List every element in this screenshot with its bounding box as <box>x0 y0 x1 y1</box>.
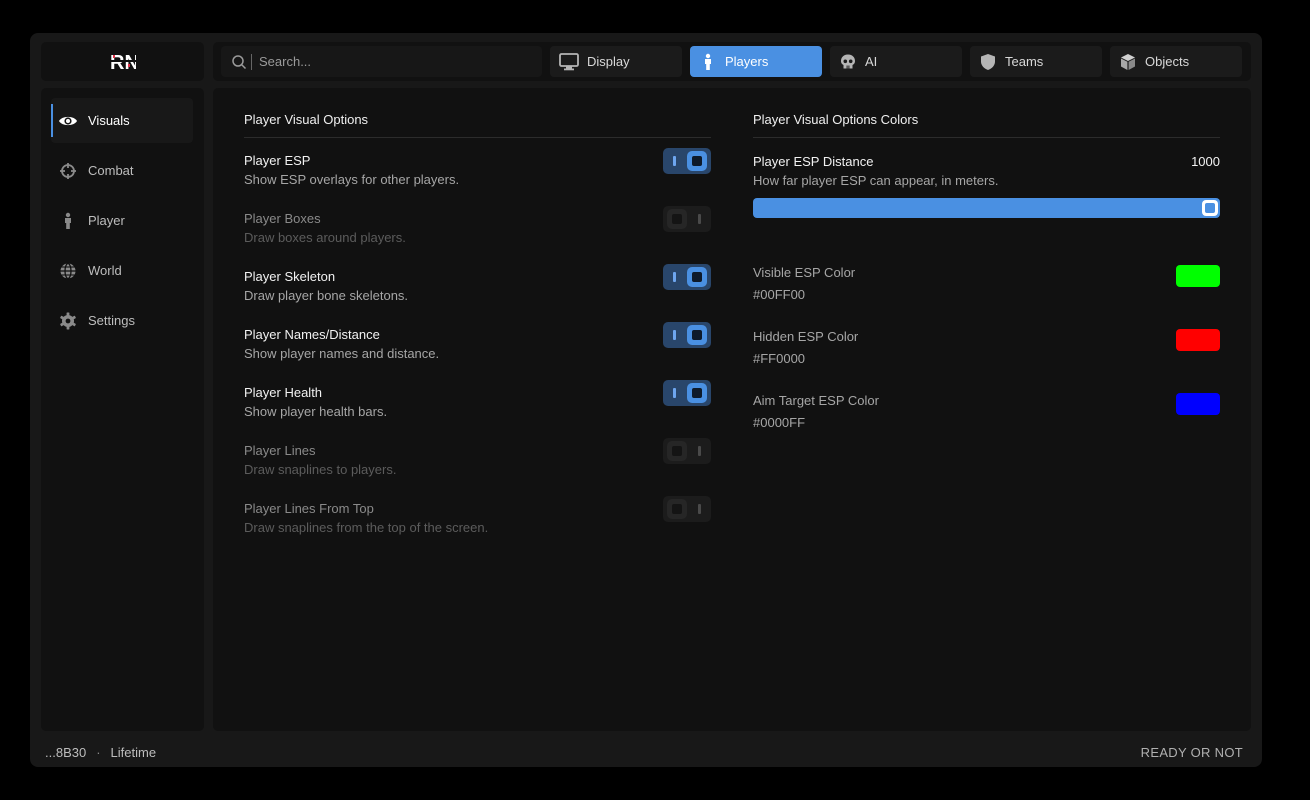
app-window: RN Display <box>30 33 1262 767</box>
status-bar: ...8B30 · Lifetime READY OR NOT <box>30 737 1262 767</box>
globe-icon <box>60 262 76 279</box>
tab-objects-label: Objects <box>1145 54 1190 69</box>
option-player-lines-from-top: Player Lines From Top Draw snaplines fro… <box>244 496 711 547</box>
search-icon <box>232 54 247 69</box>
player-esp-toggle[interactable] <box>663 148 711 174</box>
option-desc: Draw snaplines to players. <box>244 462 397 477</box>
content-panel: Player Visual Options Player ESP Show ES… <box>213 88 1251 731</box>
hidden-esp-color-setting: Hidden ESP Color #FF0000 <box>753 329 1220 375</box>
sidebar-item-label: Settings <box>88 313 135 328</box>
color-name: Visible ESP Color <box>753 265 856 280</box>
monitor-icon <box>559 52 579 70</box>
logo: RN <box>41 42 204 81</box>
skull-icon <box>841 54 855 68</box>
gear-icon <box>60 312 76 329</box>
visible-esp-color-swatch[interactable] <box>1176 265 1220 287</box>
tab-display[interactable]: Display <box>550 46 682 77</box>
eye-icon <box>59 116 77 125</box>
sidebar-item-label: Visuals <box>88 113 130 128</box>
option-name: Player Names/Distance <box>244 327 380 342</box>
sidebar-item-settings[interactable]: Settings <box>51 298 193 343</box>
option-player-esp: Player ESP Show ESP overlays for other p… <box>244 148 711 199</box>
game-status: READY OR NOT <box>1140 744 1243 760</box>
visible-esp-color-setting: Visible ESP Color #00FF00 <box>753 265 1220 311</box>
option-desc: Draw boxes around players. <box>244 230 406 245</box>
sidebar-item-world[interactable]: World <box>51 248 193 293</box>
player-skeleton-toggle[interactable] <box>663 264 711 290</box>
license-id: ...8B30 <box>45 744 87 760</box>
right-section-divider <box>753 137 1220 138</box>
color-hex: #FF0000 <box>753 351 806 366</box>
player-lines-from-top-toggle[interactable] <box>663 496 711 522</box>
option-name: Player Boxes <box>244 211 321 226</box>
option-desc: Show player health bars. <box>244 404 388 419</box>
status-separator: · <box>96 744 101 760</box>
sidebar: Visuals Combat Player World Settings <box>41 88 204 731</box>
aim-target-esp-color-setting: Aim Target ESP Color #0000FF <box>753 393 1220 439</box>
search-box[interactable] <box>221 46 542 77</box>
color-name: Hidden ESP Color <box>753 329 859 344</box>
tab-teams[interactable]: Teams <box>970 46 1102 77</box>
option-desc: Show ESP overlays for other players. <box>244 172 460 187</box>
slider-fill <box>753 198 1220 218</box>
option-name: Player Skeleton <box>244 269 336 284</box>
cube-icon <box>1121 53 1135 70</box>
color-name: Aim Target ESP Color <box>753 393 879 408</box>
tab-players-label: Players <box>725 54 769 69</box>
search-caret <box>251 53 252 70</box>
sidebar-item-label: Combat <box>88 163 134 178</box>
option-player-health: Player Health Show player health bars. <box>244 380 711 431</box>
person-icon <box>65 212 71 229</box>
option-desc: Draw player bone skeletons. <box>244 288 409 303</box>
logo-icon: RN <box>109 52 136 73</box>
tab-objects[interactable]: Objects <box>1110 46 1242 77</box>
option-name: Player Lines <box>244 443 316 458</box>
status-left: ...8B30 · Lifetime <box>45 745 156 760</box>
slider-desc: How far player ESP can appear, in meters… <box>753 173 999 188</box>
person-icon <box>705 53 711 70</box>
player-names-distance-toggle[interactable] <box>663 322 711 348</box>
color-hex: #00FF00 <box>753 287 806 302</box>
player-boxes-toggle[interactable] <box>663 206 711 232</box>
tab-display-label: Display <box>587 54 630 69</box>
license-type: Lifetime <box>110 744 157 760</box>
slider-thumb[interactable] <box>1202 200 1218 216</box>
option-name: Player ESP <box>244 153 311 168</box>
tab-teams-label: Teams <box>1005 54 1044 69</box>
crosshair-icon <box>60 162 76 179</box>
sidebar-item-visuals[interactable]: Visuals <box>51 98 193 143</box>
sidebar-item-combat[interactable]: Combat <box>51 148 193 193</box>
option-player-skeleton: Player Skeleton Draw player bone skeleto… <box>244 264 711 315</box>
shield-icon <box>981 53 995 70</box>
option-desc: Draw snaplines from the top of the scree… <box>244 520 489 535</box>
right-section-title: Player Visual Options Colors <box>753 112 919 127</box>
esp-distance-slider[interactable] <box>753 198 1220 218</box>
option-desc: Show player names and distance. <box>244 346 440 361</box>
player-health-toggle[interactable] <box>663 380 711 406</box>
sidebar-item-label: World <box>88 263 122 278</box>
player-lines-toggle[interactable] <box>663 438 711 464</box>
left-section-divider <box>244 137 711 138</box>
tab-players[interactable]: Players <box>690 46 822 77</box>
hidden-esp-color-swatch[interactable] <box>1176 329 1220 351</box>
top-bar: Display Players AI Teams <box>213 42 1251 81</box>
search-input[interactable] <box>257 53 531 70</box>
option-player-names-distance: Player Names/Distance Show player names … <box>244 322 711 373</box>
color-hex: #0000FF <box>753 415 806 430</box>
option-player-lines: Player Lines Draw snaplines to players. <box>244 438 711 489</box>
slider-value: 1000 <box>1191 154 1220 169</box>
option-name: Player Lines From Top <box>244 501 374 516</box>
tab-ai[interactable]: AI <box>830 46 962 77</box>
option-player-boxes: Player Boxes Draw boxes around players. <box>244 206 711 257</box>
left-section-title: Player Visual Options <box>244 112 369 127</box>
aim-target-esp-color-swatch[interactable] <box>1176 393 1220 415</box>
slider-name: Player ESP Distance <box>753 154 874 169</box>
sidebar-item-player[interactable]: Player <box>51 198 193 243</box>
tab-ai-label: AI <box>865 54 878 69</box>
option-name: Player Health <box>244 385 323 400</box>
sidebar-item-label: Player <box>88 213 125 228</box>
